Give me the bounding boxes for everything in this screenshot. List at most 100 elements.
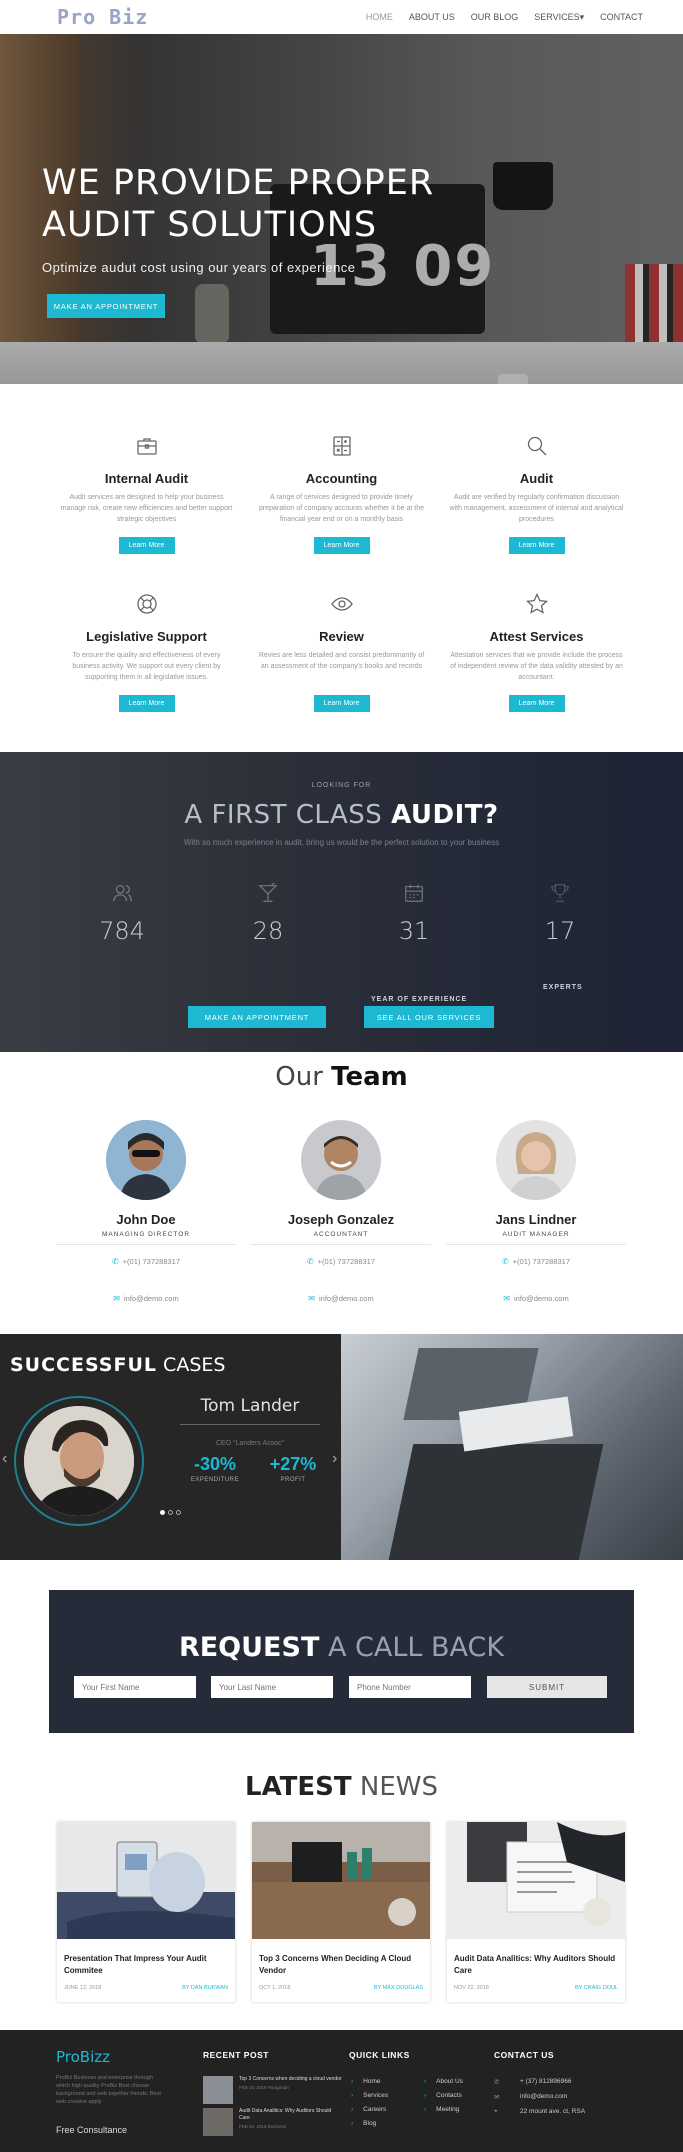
news-author[interactable]: BY MAX DOUGLAS [374, 1985, 423, 1991]
slide-dot[interactable] [160, 1510, 165, 1515]
footer-about-text: ProBiz Business and enterprise through w… [56, 2075, 161, 2105]
case-photo-ring [14, 1396, 144, 1526]
member-email[interactable]: ✉ info@demo.com [251, 1294, 431, 1303]
learn-more-button[interactable]: Learn More [118, 537, 175, 554]
news-date: OCT 1, 2018 [259, 1985, 291, 1991]
quick-link-label[interactable]: Services [363, 2092, 388, 2099]
quick-link-label[interactable]: Blog [363, 2120, 376, 2127]
footer-email[interactable]: ✉ info@demo.com [494, 2093, 585, 2101]
news-heading: LATEST NEWS [0, 1772, 683, 1802]
learn-more-button[interactable]: Learn More [508, 537, 565, 554]
quick-link-meeting[interactable]: › Meeting [424, 2106, 463, 2113]
case-metric-profit: +27% PROFIT [258, 1454, 328, 1483]
recent-post-thumb[interactable] [203, 2076, 233, 2104]
avatar-photo [496, 1120, 576, 1200]
member-role: AUDIT MANAGER [502, 1231, 570, 1238]
news-card[interactable]: Presentation That Impress Your Audit Com… [57, 1822, 235, 2002]
calculator-icon [332, 436, 351, 456]
avatar-photo [106, 1120, 186, 1200]
news-card[interactable]: Audit Data Analitics: Why Auditors Shoul… [447, 1822, 625, 2002]
nav-home[interactable]: HOME [366, 12, 393, 23]
recent-post-thumb[interactable] [203, 2108, 233, 2136]
member-email-text[interactable]: info@demo.com [319, 1294, 374, 1303]
member-email[interactable]: ✉ info@demo.com [56, 1294, 236, 1303]
quick-link-about-us[interactable]: › About Us [424, 2078, 463, 2085]
team-member: Joseph Gonzalez ACCOUNTANT ✆ +(01) 737288… [251, 1120, 431, 1303]
quick-link-careers[interactable]: › Careers [351, 2106, 388, 2113]
service-title: Attest Services [489, 629, 584, 644]
quick-link-label[interactable]: Contacts [436, 2092, 462, 2099]
recent-post[interactable]: Top 3 Concerns when deciding a cloud ven… [203, 2076, 343, 2106]
quick-link-label[interactable]: About Us [436, 2078, 463, 2085]
brand-logo[interactable]: Pro Biz [57, 5, 148, 29]
service-title: Review [319, 629, 364, 644]
slide-dot[interactable] [168, 1510, 173, 1515]
last-name-input[interactable] [211, 1676, 333, 1698]
news-heading-light: NEWS [351, 1772, 438, 1802]
learn-more-button[interactable]: Learn More [313, 695, 370, 712]
metric-value: -30% [193, 1454, 237, 1474]
chevron-right-icon: › [351, 2120, 354, 2127]
member-role: ACCOUNTANT [313, 1231, 369, 1238]
member-phone: ✆ +(01) 737288317 [446, 1257, 626, 1266]
member-email-text[interactable]: info@demo.com [514, 1294, 569, 1303]
member-email-text[interactable]: info@demo.com [124, 1294, 179, 1303]
recent-post-title[interactable]: Top 3 Concerns when deciding a cloud ven… [239, 2076, 342, 2083]
hero-subtitle: Optimize audut cost using our years of e… [42, 260, 356, 275]
service-title: Accounting [305, 471, 378, 486]
quick-link-blog[interactable]: › Blog [351, 2120, 388, 2127]
quick-link-label[interactable]: Careers [363, 2106, 386, 2113]
nav-contact[interactable]: CONTACT [600, 12, 643, 23]
footer-recent-posts: Top 3 Concerns when deciding a cloud ven… [203, 2076, 343, 2140]
first-name-input[interactable] [74, 1676, 196, 1698]
news-title[interactable]: Audit Data Analitics: Why Auditors Shoul… [454, 1953, 618, 1977]
quick-link-contacts[interactable]: › Contacts [424, 2092, 463, 2099]
chevron-left-icon[interactable]: ‹ [2, 1450, 7, 1468]
news-image[interactable] [252, 1822, 430, 1939]
member-name: Joseph Gonzalez [287, 1212, 395, 1227]
stats-appointment-button[interactable]: MAKE AN APPOINTMENT [188, 1006, 326, 1028]
footer-free-consultance[interactable]: Free Consultance [56, 2125, 127, 2135]
cases-photo-laptop [341, 1334, 683, 1560]
stats-eyebrow: LOOKING FOR [311, 782, 372, 789]
submit-button[interactable]: SUBMIT [487, 1676, 607, 1698]
avatar-photo [301, 1120, 381, 1200]
nav-services[interactable]: SERVICES▾ [534, 12, 584, 23]
learn-more-button[interactable]: Learn More [313, 537, 370, 554]
news-image[interactable] [447, 1822, 625, 1939]
trophy-icon [551, 884, 569, 902]
news-image[interactable] [57, 1822, 235, 1939]
quick-link-services[interactable]: › Services [351, 2092, 388, 2099]
phone-icon: ✆ [111, 1257, 119, 1266]
quick-link-label[interactable]: Home [363, 2078, 380, 2085]
see-all-services-button[interactable]: SEE ALL OUR SERVICES [364, 1006, 494, 1028]
chevron-right-icon[interactable]: › [332, 1450, 337, 1468]
learn-more-button[interactable]: Learn More [118, 695, 175, 712]
news-card[interactable]: Top 3 Concerns When Deciding A Cloud Ven… [252, 1822, 430, 2002]
news-title[interactable]: Top 3 Concerns When Deciding A Cloud Ven… [259, 1953, 423, 1977]
nav-about-us[interactable]: ABOUT US [409, 12, 455, 23]
metric-value: +27% [269, 1454, 317, 1474]
recent-post[interactable]: Audit Data Analitics: Why Auditors Shoul… [203, 2108, 343, 2138]
stat-value: 784 [99, 917, 145, 945]
avatar [496, 1120, 576, 1200]
case-metric-expenditure: -30% EXPENDITURE [180, 1454, 250, 1483]
quick-link-label[interactable]: Meeting [436, 2106, 459, 2113]
team-heading-light: Our [275, 1062, 332, 1092]
member-email[interactable]: ✉ info@demo.com [446, 1294, 626, 1303]
learn-more-button[interactable]: Learn More [508, 695, 565, 712]
phone-number-input[interactable] [349, 1676, 471, 1698]
briefcase-icon [136, 438, 157, 455]
news-author[interactable]: BY DAN BUKWAN [182, 1985, 228, 1991]
footer-logo[interactable]: ProBizz [56, 2048, 110, 2066]
quick-link-home[interactable]: › Home [351, 2078, 388, 2085]
hero-appointment-button[interactable]: MAKE AN APPOINTMENT [47, 294, 165, 318]
slide-dot[interactable] [176, 1510, 181, 1515]
footer-email-text[interactable]: info@demo.com [520, 2093, 567, 2101]
nav-our-blog[interactable]: OUR BLOG [471, 12, 519, 23]
recent-post-title[interactable]: Audit Data Analitics: Why Auditors Shoul… [239, 2108, 343, 2122]
chevron-right-icon: › [424, 2092, 427, 2099]
news-author[interactable]: BY CRAIG DOUL [575, 1985, 618, 1991]
footer-contact-heading: CONTACT US [494, 2050, 555, 2060]
news-title[interactable]: Presentation That Impress Your Audit Com… [64, 1953, 228, 1977]
